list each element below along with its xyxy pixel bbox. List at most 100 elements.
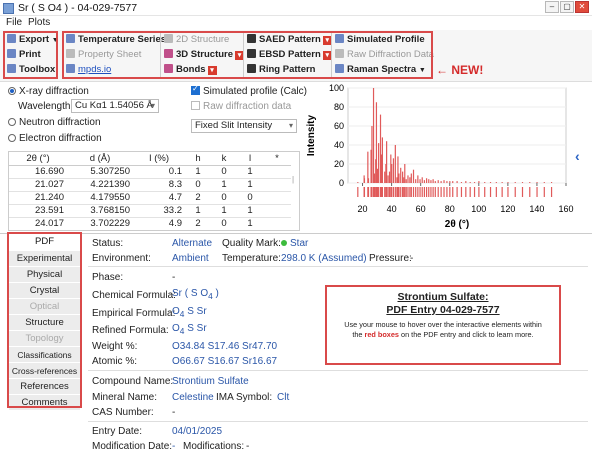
toolbox-button[interactable]: Toolbox — [7, 63, 55, 77]
atomic-percent-value[interactable]: O66.67 S16.67 Sr16.67 — [172, 356, 277, 367]
col-k[interactable]: k — [211, 152, 237, 166]
simulated-profile-button[interactable]: Simulated Profile — [335, 33, 425, 47]
raman-spectra-button[interactable]: Raman Spectra ▼ — [335, 63, 426, 77]
raw-data-icon — [335, 49, 344, 58]
col-d[interactable]: d (Å) — [67, 152, 133, 166]
modification-date-value[interactable]: - — [172, 441, 175, 452]
peak-marker — [543, 187, 545, 197]
2d-structure-button[interactable]: 2D Structure — [164, 33, 229, 47]
xray-radio[interactable]: X-ray diffraction — [8, 86, 89, 97]
menu-bar: File Plots — [0, 16, 592, 30]
star-indicator-icon — [281, 240, 287, 246]
ring-pattern-button[interactable]: Ring Pattern — [247, 63, 315, 77]
bar — [495, 182, 497, 183]
table-cell: 0 — [237, 191, 263, 205]
ima-symbol-value[interactable]: Clt — [277, 392, 289, 403]
raw-data-checkbox[interactable]: Raw diffraction data — [191, 101, 291, 112]
col-intensity[interactable]: I (%) — [133, 152, 185, 166]
environment-value[interactable]: Ambient — [172, 253, 209, 264]
table-row[interactable]: 24.017 3.702229 4.9 2 0 1 — [9, 217, 291, 230]
entry-date-value[interactable]: 04/01/2025 — [172, 426, 222, 437]
compound-name-value[interactable]: Strontium Sulfate — [172, 376, 249, 387]
tab-optical[interactable]: Optical — [9, 299, 80, 315]
bonds-button[interactable]: Bonds ▾ — [164, 63, 217, 77]
tab-physical[interactable]: Physical — [9, 267, 80, 283]
info-title: Strontium Sulfate: — [397, 291, 489, 303]
table-row[interactable]: 21.240 4.179550 4.7 2 0 0 — [9, 191, 291, 205]
refined-formula-value[interactable]: O4 S Sr — [172, 323, 207, 336]
table-row[interactable]: 16.690 5.307250 0.1 1 0 1 — [9, 165, 291, 179]
peak-marker — [409, 187, 411, 197]
tab-pdf[interactable]: PDF — [9, 234, 80, 250]
peak-marker — [465, 187, 467, 197]
tab-classifications[interactable]: Classifications — [9, 347, 80, 363]
temperature-series-button[interactable]: Temperature Series — [66, 33, 166, 47]
quality-value[interactable]: Star — [281, 238, 308, 249]
table-cell: 21.027 — [9, 178, 67, 192]
menu-plots[interactable]: Plots — [28, 17, 50, 28]
tab-experimental[interactable]: Experimental — [9, 251, 80, 267]
tab-cross-references[interactable]: Cross-references — [9, 363, 80, 379]
tab-comments[interactable]: Comments — [9, 395, 80, 411]
col-h[interactable]: h — [185, 152, 211, 166]
divider — [62, 33, 63, 79]
mineral-name-value[interactable]: Celestine — [172, 392, 214, 403]
y-tick-label: 60 — [334, 121, 344, 131]
bar — [536, 182, 538, 183]
simulated-profile-checkbox[interactable]: Simulated profile (Calc) — [191, 84, 307, 97]
scroll-indicator[interactable]: | — [292, 175, 294, 184]
minimize-button[interactable]: – — [545, 1, 559, 13]
x-tick-label: 100 — [471, 204, 486, 214]
tab-topology[interactable]: Topology — [9, 331, 80, 347]
mpds-link[interactable]: mpds.io — [66, 63, 111, 77]
peak-marker — [460, 187, 463, 197]
table-cell: 23.591 — [9, 204, 67, 218]
slit-select[interactable]: Fixed Slit Intensity ▾ — [191, 119, 297, 133]
menu-file[interactable]: File — [6, 17, 22, 28]
status-value[interactable]: Alternate — [172, 238, 212, 249]
table-cell — [263, 165, 291, 179]
dropdown-icon[interactable]: ▾ — [207, 66, 217, 75]
table-row[interactable]: 23.591 3.768150 33.2 1 1 1 — [9, 204, 291, 218]
mineral-name-label: Mineral Name: — [92, 392, 158, 403]
close-button[interactable]: ✕ — [575, 1, 589, 13]
table-cell: 1 — [237, 217, 263, 230]
structure-2d-icon — [164, 34, 173, 43]
col-l[interactable]: l — [237, 152, 263, 166]
entry-date-label: Entry Date: — [92, 426, 143, 437]
saed-pattern-button[interactable]: SAED Pattern ▾ — [247, 33, 332, 47]
collapse-panel-icon[interactable]: ‹ — [575, 148, 580, 164]
peak-marker — [449, 187, 451, 197]
ebsd-pattern-button[interactable]: EBSD Pattern ▾ — [247, 48, 332, 62]
property-sheet-button[interactable]: Property Sheet — [66, 48, 141, 62]
table-cell: 1 — [185, 165, 211, 179]
bar — [417, 175, 419, 183]
peak-marker — [430, 187, 432, 197]
weight-percent-value[interactable]: O34.84 S17.46 Sr47.70 — [172, 341, 277, 352]
new-label: ← NEW! — [436, 63, 484, 77]
bar — [392, 158, 395, 183]
col-star[interactable]: * — [263, 152, 291, 166]
tab-references[interactable]: References — [9, 379, 80, 395]
y-tick-label: 80 — [334, 102, 344, 112]
wavelength-select[interactable]: Cu Kα1 1.54056 Å ▾ — [71, 99, 159, 113]
neutron-radio[interactable]: Neutron diffraction — [8, 117, 101, 128]
tab-structure[interactable]: Structure — [9, 315, 80, 331]
tab-crystal[interactable]: Crystal — [9, 283, 80, 299]
print-button[interactable]: Print — [7, 48, 41, 62]
electron-radio[interactable]: Electron diffraction — [8, 133, 102, 144]
empirical-formula-value[interactable]: O4 S Sr — [172, 306, 207, 319]
maximize-button[interactable]: ▢ — [560, 1, 574, 13]
raw-diffraction-button[interactable]: Raw Diffraction Data — [335, 48, 434, 62]
wavelength-label: Wavelength: — [18, 101, 74, 112]
temperature-value[interactable]: 298.0 K (Assumed) — [281, 253, 367, 264]
bar — [460, 182, 463, 183]
peak-marker — [507, 187, 509, 197]
app-icon — [3, 3, 14, 14]
table-row[interactable]: 21.027 4.221390 8.3 0 1 1 — [9, 178, 291, 192]
col-2theta[interactable]: 2θ (°) — [9, 152, 67, 166]
export-button[interactable]: Export ▼ — [7, 33, 59, 47]
3d-structure-button[interactable]: 3D Structure ▾ — [164, 48, 245, 62]
chemical-formula-value[interactable]: Sr ( S O4 ) — [172, 288, 219, 301]
peak-marker — [376, 187, 379, 197]
